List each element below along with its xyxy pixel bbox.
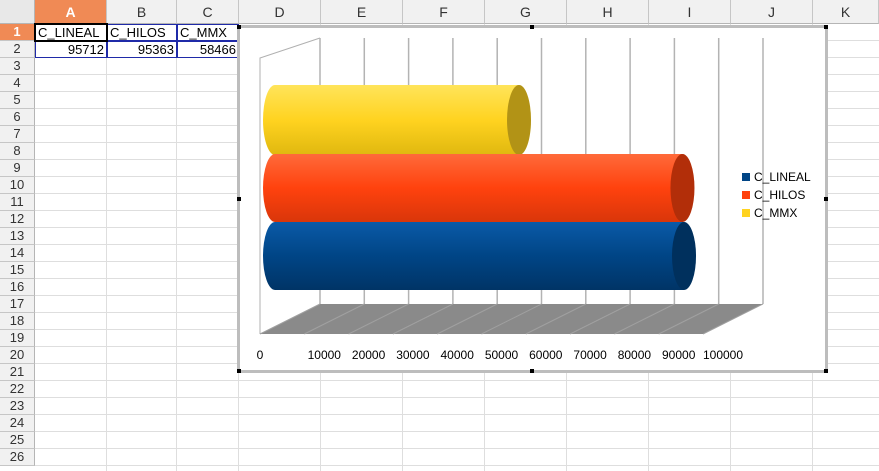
x-tick-label: 50000 xyxy=(485,348,519,362)
resize-handle-bottom-left[interactable] xyxy=(237,369,241,373)
row-header-20[interactable]: 20 xyxy=(0,347,35,364)
bar-end-cap-shade xyxy=(670,154,695,222)
cell-c1[interactable]: C_MMX xyxy=(177,24,239,41)
column-header-k[interactable]: K xyxy=(813,0,879,24)
row-header-1[interactable]: 1 xyxy=(0,24,35,41)
plot-area xyxy=(259,37,764,335)
column-header-f[interactable]: F xyxy=(403,0,485,24)
legend-swatch-c-hilos xyxy=(742,191,750,199)
row-header-11[interactable]: 11 xyxy=(0,194,35,211)
spreadsheet-grid[interactable]: ABCDEFGHIJK 1 2 3 4 5 6 7 8 9 10 11 12 13 14 15 16 17 18 1… xyxy=(0,0,879,471)
resize-handle-left[interactable] xyxy=(237,197,241,201)
row-header-19[interactable]: 19 xyxy=(0,330,35,347)
row-header-17[interactable]: 17 xyxy=(0,296,35,313)
cell-c2[interactable]: 58466 xyxy=(177,41,239,58)
select-all-corner[interactable] xyxy=(0,0,35,24)
x-tick-label: 20000 xyxy=(352,348,386,362)
x-tick-label: 100000 xyxy=(703,348,743,362)
row-header-14[interactable]: 14 xyxy=(0,245,35,262)
chart-svg: 0 10000 20000 30000 40000 50000 60000 70000 8000… xyxy=(257,37,811,362)
row-header-6[interactable]: 6 xyxy=(0,109,35,126)
row-gridline xyxy=(35,414,879,415)
chart-object[interactable]: 0 10000 20000 30000 40000 50000 60000 70000 8000… xyxy=(239,27,826,371)
legend-label-c-lineal: C_LINEAL xyxy=(754,170,811,184)
row-header-8[interactable]: 8 xyxy=(0,143,35,160)
resize-handle-top-left[interactable] xyxy=(237,25,241,29)
row-header-12[interactable]: 12 xyxy=(0,211,35,228)
row-header-18[interactable]: 18 xyxy=(0,313,35,330)
row-header-5[interactable]: 5 xyxy=(0,92,35,109)
column-header-i[interactable]: I xyxy=(649,0,731,24)
row-header-23[interactable]: 23 xyxy=(0,398,35,415)
resize-handle-bottom[interactable] xyxy=(530,369,534,373)
bar-c-hilos xyxy=(275,154,683,222)
row-header-16[interactable]: 16 xyxy=(0,279,35,296)
x-tick-label: 70000 xyxy=(573,348,607,362)
bar-start-cap xyxy=(263,154,287,222)
bar-start-cap xyxy=(263,222,287,290)
resize-handle-top[interactable] xyxy=(530,25,534,29)
bar-c-lineal xyxy=(275,222,685,290)
row-gridline xyxy=(35,397,879,398)
bar-start-cap xyxy=(263,85,287,155)
x-axis-ticks: 0 10000 20000 30000 40000 50000 60000 70000 8000… xyxy=(257,348,744,362)
legend-label-c-hilos: C_HILOS xyxy=(754,188,805,202)
row-header-25[interactable]: 25 xyxy=(0,432,35,449)
x-tick-label: 40000 xyxy=(441,348,475,362)
chart-legend: C_LINEAL C_HILOS C_MMX xyxy=(742,170,811,220)
row-header-15[interactable]: 15 xyxy=(0,262,35,279)
row-header-24[interactable]: 24 xyxy=(0,415,35,432)
row-header-9[interactable]: 9 xyxy=(0,160,35,177)
x-tick-label: 0 xyxy=(257,348,264,362)
row-header-22[interactable]: 22 xyxy=(0,381,35,398)
row-gridline xyxy=(35,431,879,432)
column-header-e[interactable]: E xyxy=(321,0,403,24)
cell-b2[interactable]: 95363 xyxy=(107,41,177,58)
row-gridline xyxy=(35,465,879,466)
x-tick-label: 60000 xyxy=(529,348,563,362)
column-header-j[interactable]: J xyxy=(731,0,813,24)
row-header-21[interactable]: 21 xyxy=(0,364,35,381)
row-header-3[interactable]: 3 xyxy=(0,58,35,75)
resize-handle-bottom-right[interactable] xyxy=(824,369,828,373)
row-header-4[interactable]: 4 xyxy=(0,75,35,92)
x-tick-label: 30000 xyxy=(396,348,430,362)
row-header-26[interactable]: 26 xyxy=(0,449,35,466)
column-header-c[interactable]: C xyxy=(177,0,239,24)
legend-swatch-c-lineal xyxy=(742,173,750,181)
cell-b1[interactable]: C_HILOS xyxy=(107,24,177,41)
x-tick-label: 10000 xyxy=(308,348,342,362)
column-header-d[interactable]: D xyxy=(239,0,321,24)
legend-label-c-mmx: C_MMX xyxy=(754,206,797,220)
row-header-13[interactable]: 13 xyxy=(0,228,35,245)
bar-end-cap-shade xyxy=(507,85,532,155)
column-header-g[interactable]: G xyxy=(485,0,567,24)
column-header-a[interactable]: A xyxy=(35,0,107,24)
bar-c-mmx xyxy=(275,85,520,155)
row-header-2[interactable]: 2 xyxy=(0,41,35,58)
row-header-7[interactable]: 7 xyxy=(0,126,35,143)
x-tick-label: 80000 xyxy=(618,348,652,362)
row-header-10[interactable]: 10 xyxy=(0,177,35,194)
row-gridline xyxy=(35,380,879,381)
cell-a2[interactable]: 95712 xyxy=(35,41,107,58)
resize-handle-top-right[interactable] xyxy=(824,25,828,29)
cell-a1[interactable]: C_LINEAL xyxy=(35,24,107,41)
column-header-h[interactable]: H xyxy=(567,0,649,24)
row-gridline xyxy=(35,448,879,449)
column-gridline xyxy=(176,24,177,471)
legend-swatch-c-mmx xyxy=(742,209,750,217)
column-header-b[interactable]: B xyxy=(107,0,177,24)
bar-end-cap-shade xyxy=(672,222,697,290)
column-gridline xyxy=(106,24,107,471)
resize-handle-right[interactable] xyxy=(824,197,828,201)
x-tick-label: 90000 xyxy=(662,348,696,362)
